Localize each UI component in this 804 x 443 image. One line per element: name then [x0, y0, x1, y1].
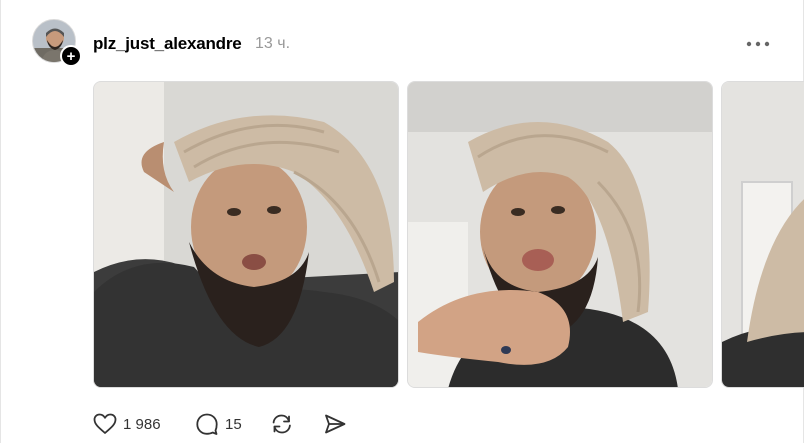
comment-bubble-icon — [196, 413, 218, 435]
like-count: 1 986 — [123, 415, 161, 433]
repost-button[interactable] — [269, 412, 295, 436]
more-options-button[interactable] — [743, 34, 773, 54]
follow-plus-icon[interactable]: + — [60, 45, 82, 67]
post-timestamp: 13 ч. — [255, 35, 291, 52]
share-button[interactable] — [323, 412, 347, 436]
thread-post: + plz_just_alexandre 13 ч. 1 986 15 — [0, 0, 804, 443]
reply-button[interactable]: 15 — [195, 412, 242, 436]
avatar-button[interactable]: + — [32, 19, 82, 67]
repost-icon — [272, 414, 291, 434]
send-icon — [325, 414, 346, 434]
more-horizontal-icon — [746, 41, 770, 47]
like-button[interactable]: 1 986 — [93, 413, 161, 435]
photo-1[interactable] — [93, 81, 399, 388]
photo-2[interactable] — [407, 81, 713, 388]
post-actions: 1 986 15 — [93, 410, 346, 438]
username-link[interactable]: plz_just_alexandre — [93, 34, 242, 54]
media-carousel[interactable] — [93, 81, 804, 388]
heart-icon — [93, 413, 117, 434]
reply-count: 15 — [225, 415, 242, 433]
photo-3[interactable] — [721, 81, 804, 388]
